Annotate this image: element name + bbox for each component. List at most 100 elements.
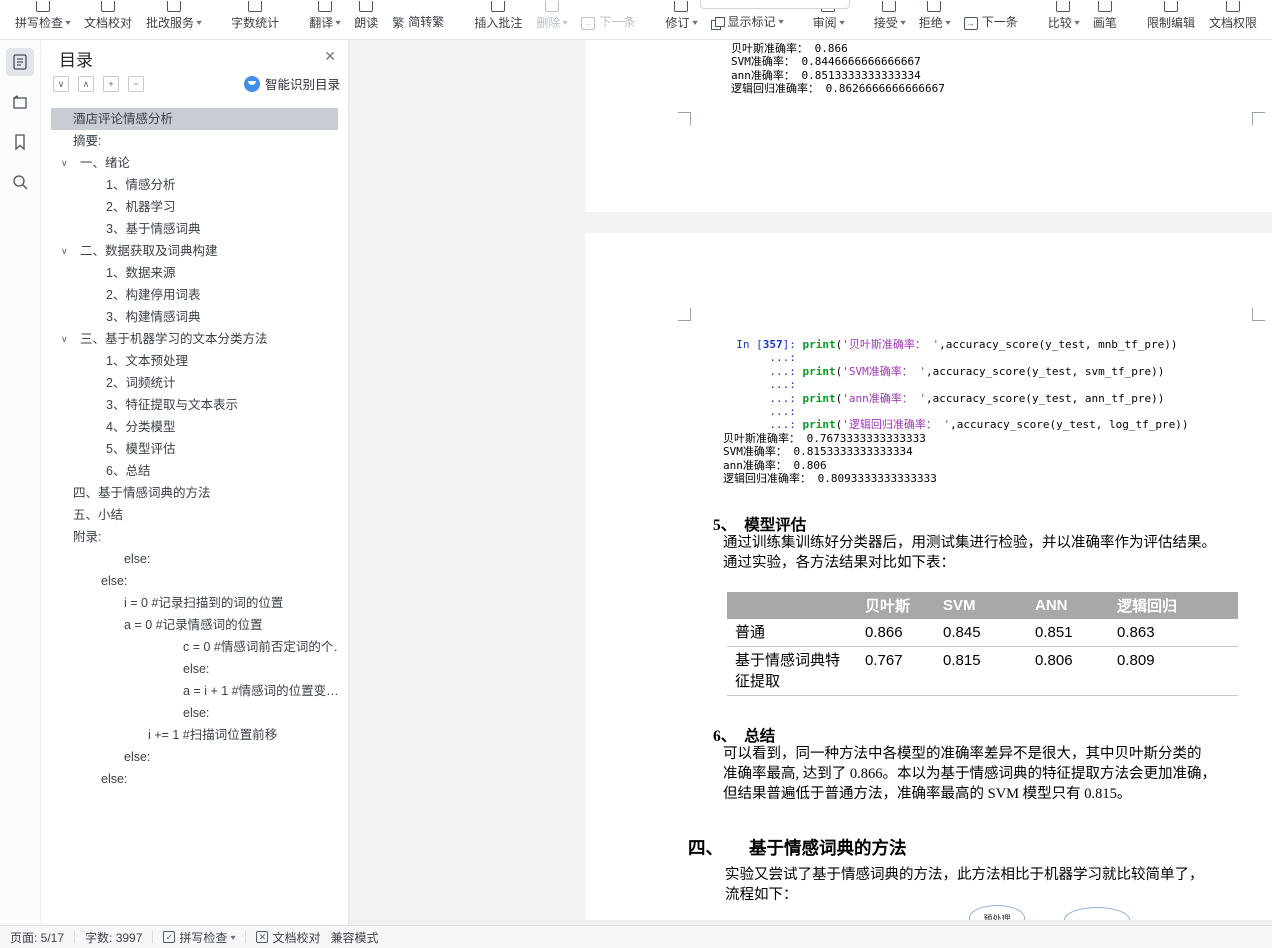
section5-heading: 5、 模型评估	[713, 513, 806, 535]
toolbar-button-label: 插入批注	[474, 16, 523, 30]
results-table: 贝叶斯 SVM ANN 逻辑回归 普通 0.866 0.845 0.851 0.863 基于情感词…	[727, 592, 1238, 696]
toc-item[interactable]: else:	[51, 658, 338, 680]
section5-paragraph: 通过训练集训练好分类器后，用测试集进行检验，并以准确率作为评估结果。 通过实验，各…	[723, 533, 1250, 573]
toc-item[interactable]: i = 0 #记录扫描到的词的位置	[51, 592, 338, 614]
chevron-down-icon[interactable]: ∨	[61, 240, 68, 262]
reject-change-button[interactable]: 拒绝 ▾	[912, 0, 957, 39]
ink-pen-button[interactable]: 画笔	[1086, 0, 1124, 39]
toolbar-button-label: 画笔	[1092, 16, 1117, 30]
table-cell: 0.851	[1027, 619, 1109, 647]
translate-button[interactable]: 翻译 ▾	[302, 0, 347, 39]
code-segment: ...:	[723, 418, 803, 432]
toc-item-label: c = 0 #情感词前否定词的个…	[183, 640, 338, 654]
chapter-navigation-button[interactable]	[6, 88, 34, 116]
chevron-down-icon: ▾	[1074, 18, 1080, 27]
toolbar-group: 比较 ▾ 画笔	[1033, 0, 1132, 39]
toc-item[interactable]: 4、分类模型	[51, 416, 338, 438]
toolbar-button-label: 限制编辑	[1146, 16, 1195, 30]
table-header-cell	[727, 592, 857, 619]
toc-item[interactable]: ∨ 一、绪论	[51, 152, 338, 174]
toc-item[interactable]: 摘要:	[51, 130, 338, 152]
bookmark-pane-button[interactable]	[6, 128, 34, 156]
restrict-editing-icon	[1163, 1, 1178, 12]
toc-item[interactable]: ∨ 二、数据获取及词典构建	[51, 240, 338, 262]
chapter4-paragraph: 实验又尝试了基于情感词典的方法，此方法相比于机器学习就比较简单了， 流程如下：	[725, 865, 1252, 905]
document-proofing-icon	[101, 1, 116, 12]
chevron-down-icon[interactable]: ∨	[61, 328, 68, 350]
toc-item[interactable]: 5、模型评估	[51, 438, 338, 460]
toc-item[interactable]: 酒店评论情感分析	[51, 108, 338, 130]
section6-paragraph: 可以看到，同一种方法中各模型的准确率差异不是很大，其中贝叶斯分类的 准确率最高, …	[723, 744, 1250, 804]
toc-item[interactable]: else:	[51, 768, 338, 790]
text-line: 准确率最高, 达到了 0.866。本以为基于情感词典的特征提取方法会更加准确，	[723, 766, 1216, 782]
toc-item[interactable]: 1、文本预处理	[51, 350, 338, 372]
section-number: 6、	[713, 728, 737, 745]
document-proofing-button[interactable]: 文档校对	[77, 0, 139, 39]
search-pane-button[interactable]	[6, 168, 34, 196]
document-permission-button[interactable]: 文档权限	[1202, 0, 1264, 39]
code-segment: ...:	[723, 405, 796, 419]
accept-change-button[interactable]: 接受 ▾	[867, 0, 912, 39]
document-page-4: 贝叶斯准确率： 0.866 SVM准确率： 0.8446666666666667 a…	[585, 40, 1272, 212]
spellcheck-toggle[interactable]: ✓ 拼写检查 ▾	[163, 929, 236, 946]
toc-item[interactable]: a = i + 1 #情感词的位置变…	[51, 680, 338, 702]
correction-service-button[interactable]: 批改服务 ▾	[139, 0, 208, 39]
word-count-button[interactable]: 字数统计	[224, 0, 286, 39]
toc-item[interactable]: else:	[51, 702, 338, 724]
toc-item[interactable]: 3、基于情感词典	[51, 218, 338, 240]
compatibility-mode-label: 兼容模式	[330, 930, 379, 945]
toc-item[interactable]: 2、构建停用词表	[51, 284, 338, 306]
divider	[74, 931, 76, 943]
simplified-to-traditional-button[interactable]: 繁简转繁	[385, 0, 451, 39]
toc-item[interactable]: else:	[51, 746, 338, 768]
proofing-toggle[interactable]: ✕ 文档校对	[256, 929, 320, 946]
toc-item[interactable]: 四、基于情感词典的方法	[51, 482, 338, 504]
spellcheck-button[interactable]: 拼写检查 ▾	[8, 0, 77, 39]
collapse-all-button[interactable]: ∨	[53, 76, 69, 92]
toc-item[interactable]: 附录:	[51, 526, 338, 548]
toc-item[interactable]: 五、小结	[51, 504, 338, 526]
toc-item[interactable]: 2、机器学习	[51, 196, 338, 218]
read-aloud-button[interactable]: 朗读	[347, 0, 385, 39]
outline-pane-button[interactable]	[6, 48, 34, 76]
toc-item[interactable]: 1、数据来源	[51, 262, 338, 284]
toc-item[interactable]: c = 0 #情感词前否定词的个…	[51, 636, 338, 658]
toc-item[interactable]: a = 0 #记录情感词的位置	[51, 614, 338, 636]
insert-comment-button[interactable]: 插入批注	[467, 0, 529, 39]
toolbar-button-label: 简转繁	[408, 15, 445, 29]
toc-item-label: 2、构建停用词表	[106, 288, 201, 302]
toc-item[interactable]: ∨ 三、基于机器学习的文本分类方法	[51, 328, 338, 350]
insert-comment-icon	[491, 1, 506, 12]
compare-button[interactable]: 比较 ▾	[1041, 0, 1086, 39]
spellcheck-label: 拼写检查	[179, 930, 228, 945]
compatibility-mode-indicator[interactable]: 兼容模式	[330, 929, 378, 946]
next-comment-button[interactable]: → 下一条	[574, 0, 642, 39]
zoom-out-button[interactable]: −	[128, 76, 144, 92]
chevron-down-icon[interactable]: ∨	[61, 152, 68, 174]
toc-item[interactable]: 3、特征提取与文本表示	[51, 394, 338, 416]
chapter4-heading: 四、 基于情感词典的方法	[688, 835, 907, 860]
next-change-button[interactable]: → 下一条	[957, 0, 1025, 39]
delete-comment-button[interactable]: 删除 ▾	[529, 0, 574, 39]
toc-item[interactable]: 1、情感分析	[51, 174, 338, 196]
chevron-down-icon: ▾	[944, 18, 951, 27]
text-line: 通过训练集训练好分类器后，用测试集进行检验，并以准确率作为评估结果。	[723, 535, 1216, 551]
smart-toc-button[interactable]: 智能识别目录	[243, 74, 340, 93]
code-segment: '贝叶斯准确率： '	[842, 338, 940, 351]
toc-item-label: else:	[101, 574, 128, 588]
toolbar-search-box[interactable]	[700, 0, 850, 9]
checkbox-checked-icon: ✓	[163, 931, 176, 943]
toc-item[interactable]: else:	[51, 548, 338, 570]
toc-item[interactable]: i += 1 #扫描词位置前移	[51, 724, 338, 746]
toc-item-label: 1、数据来源	[106, 266, 176, 280]
track-changes-button[interactable]: 修订 ▾	[658, 0, 703, 39]
close-icon[interactable]: ✕	[324, 48, 336, 65]
toc-item[interactable]: 3、构建情感词典	[51, 306, 338, 328]
expand-all-button[interactable]: ∧	[78, 76, 94, 92]
toolbar-button-label: 显示标记	[727, 15, 776, 29]
toc-item[interactable]: else:	[51, 570, 338, 592]
toc-item[interactable]: 6、总结	[51, 460, 338, 482]
zoom-in-button[interactable]: +	[103, 76, 119, 92]
restrict-editing-button[interactable]: 限制编辑	[1140, 0, 1202, 39]
toc-item[interactable]: 2、词频统计	[51, 372, 338, 394]
